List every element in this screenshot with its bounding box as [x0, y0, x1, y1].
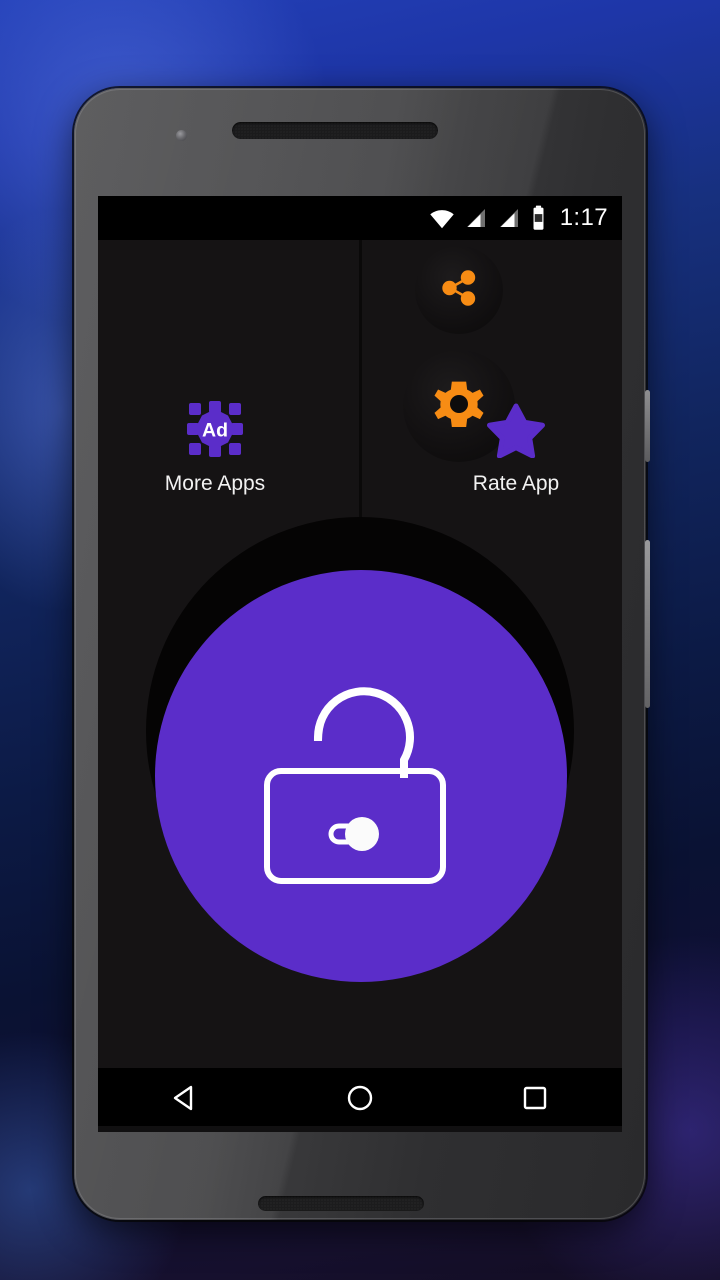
- wifi-icon: [429, 205, 455, 231]
- earpiece-speaker-icon: [232, 122, 438, 139]
- navigation-bar: [98, 1068, 622, 1132]
- battery-icon: [530, 205, 547, 231]
- more-apps-button[interactable]: Ad More Apps: [155, 400, 275, 496]
- share-icon: [435, 264, 483, 317]
- star-icon: [485, 400, 547, 463]
- status-bar-clock: 1:17: [559, 204, 608, 231]
- ad-icon: Ad: [186, 400, 244, 463]
- screen-bottom-edge: [98, 1126, 622, 1132]
- signal-bars-icon-1: [464, 206, 488, 230]
- volume-button[interactable]: [645, 540, 650, 708]
- nav-back-button[interactable]: [140, 1068, 230, 1132]
- unlock-button[interactable]: [155, 570, 567, 982]
- circle-home-icon: [345, 1083, 375, 1118]
- signal-bars-icon-2: [497, 206, 521, 230]
- status-bar: 1:17: [98, 196, 622, 240]
- share-button[interactable]: [415, 246, 503, 334]
- more-apps-label: More Apps: [164, 472, 266, 495]
- power-button[interactable]: [645, 390, 650, 462]
- nav-recents-button[interactable]: [490, 1068, 580, 1132]
- app-content-area: Ad More Apps Rate App: [98, 240, 622, 1068]
- svg-text:Ad: Ad: [202, 420, 228, 442]
- open-padlock-icon: [261, 659, 461, 894]
- rate-app-label: Rate App: [472, 472, 560, 495]
- connector-spine-decoration: [359, 240, 362, 550]
- bottom-speaker-icon: [258, 1196, 424, 1211]
- front-camera-icon: [176, 130, 187, 141]
- square-recents-icon: [521, 1084, 549, 1117]
- nav-home-button[interactable]: [315, 1068, 405, 1132]
- rate-app-button[interactable]: Rate App: [456, 400, 576, 496]
- phone-screen: 1:17 Ad More Apps Rate App: [98, 196, 622, 1132]
- triangle-back-icon: [170, 1083, 200, 1118]
